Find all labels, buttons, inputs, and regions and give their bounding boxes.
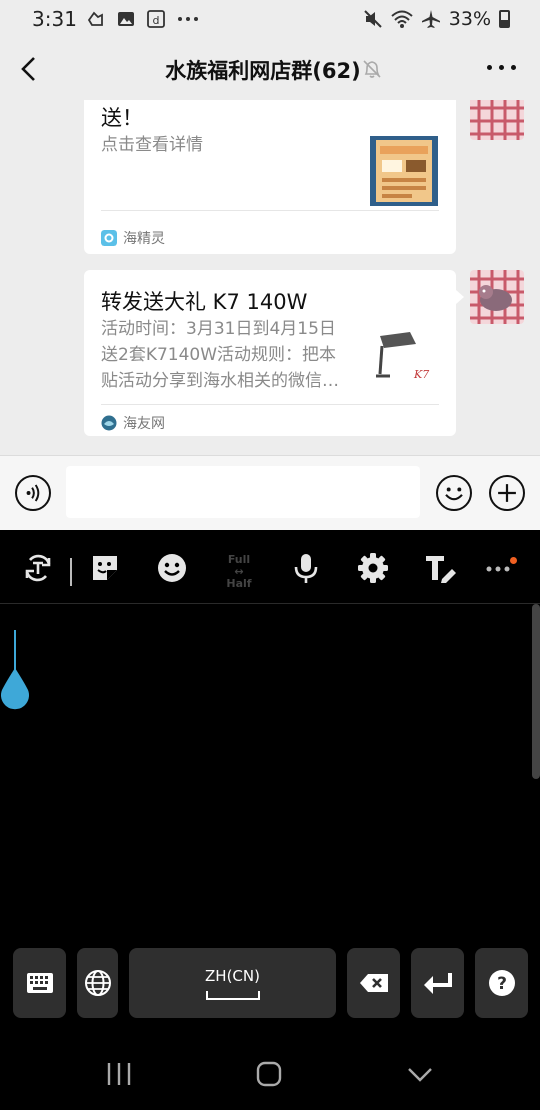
back-icon[interactable] bbox=[405, 1060, 435, 1088]
image-icon bbox=[118, 12, 134, 26]
card-divider bbox=[101, 404, 439, 405]
card-description-line: 送2套K7140W活动规则：把本 bbox=[101, 345, 337, 365]
status-left-icons: d bbox=[86, 9, 200, 29]
card-source: 海精灵 bbox=[101, 228, 165, 248]
message-input-bar bbox=[0, 455, 540, 530]
card-description: 活动时间：3月31日到4月15日 送2套K7140W活动规则：把本 贴活动分享到… bbox=[101, 316, 355, 394]
notification-badge bbox=[510, 557, 517, 564]
site-logo bbox=[101, 415, 117, 431]
enter-icon[interactable] bbox=[411, 948, 464, 1018]
card-thumbnail bbox=[370, 136, 438, 206]
card-description: 点击查看详情 bbox=[101, 135, 203, 155]
status-bar: 3:31 d 33% bbox=[0, 0, 540, 38]
settings-icon[interactable] bbox=[357, 552, 389, 584]
voice-icon[interactable] bbox=[15, 475, 51, 511]
svg-text:?: ? bbox=[497, 974, 507, 994]
plus-icon[interactable] bbox=[489, 475, 525, 511]
recents-icon[interactable] bbox=[104, 1060, 134, 1088]
chat-message-list[interactable]: 送！ 点击查看详情 海精灵 转发送大礼 K7 140W 活动时间：3月31日到4… bbox=[0, 100, 540, 455]
backspace-icon[interactable] bbox=[347, 948, 400, 1018]
keyboard-bottom-row: ZH(CN) ? bbox=[0, 944, 540, 1034]
globe-icon[interactable] bbox=[77, 948, 118, 1018]
keyboard-input-area[interactable] bbox=[0, 604, 540, 944]
emoji-icon[interactable] bbox=[436, 475, 472, 511]
more-dots-icon bbox=[178, 17, 198, 21]
wifi-icon bbox=[391, 10, 413, 28]
space-bar-icon bbox=[205, 990, 260, 1000]
notification-icon bbox=[87, 11, 103, 26]
app-logo bbox=[101, 230, 117, 246]
more-icon[interactable] bbox=[487, 65, 516, 70]
card-thumbnail: K7 bbox=[370, 326, 438, 396]
full-half-icon[interactable]: Full ↔ Half bbox=[222, 554, 256, 590]
text-edit-icon[interactable] bbox=[424, 552, 456, 584]
card-title: 转发送大礼 K7 140W bbox=[101, 290, 308, 314]
bell-off-icon bbox=[363, 60, 381, 78]
help-icon[interactable]: ? bbox=[475, 948, 528, 1018]
half-label: Half bbox=[226, 577, 252, 590]
keyboard-icon[interactable] bbox=[13, 948, 66, 1018]
wechat-header-area: 3:31 d 33% 水族福利网店群(62) bbox=[0, 0, 540, 100]
language-label: ZH(CN) bbox=[205, 966, 260, 985]
airplane-icon bbox=[421, 10, 440, 28]
card-description-line: 活动时间：3月31日到4月15日 bbox=[101, 319, 336, 339]
battery-percent: 33% bbox=[448, 8, 491, 30]
emoji-icon[interactable] bbox=[156, 552, 188, 584]
status-time: 3:31 bbox=[32, 7, 77, 31]
switch-keyboard-icon[interactable] bbox=[22, 552, 54, 584]
link-card-message[interactable]: 送！ 点击查看详情 海精灵 bbox=[84, 100, 456, 254]
card-source-name: 海精灵 bbox=[123, 231, 165, 247]
more-icon[interactable] bbox=[483, 552, 515, 584]
home-icon[interactable] bbox=[254, 1060, 284, 1088]
navigation-bar bbox=[0, 1038, 540, 1110]
battery-icon bbox=[499, 10, 510, 28]
card-source: 海友网 bbox=[101, 413, 165, 433]
chat-title: 水族福利网店群(62) bbox=[165, 59, 361, 83]
space-key[interactable]: ZH(CN) bbox=[129, 948, 336, 1018]
card-source-name: 海友网 bbox=[123, 416, 165, 432]
svg-text:K7: K7 bbox=[413, 368, 429, 381]
sticker-icon[interactable] bbox=[89, 552, 121, 584]
card-title: 送！ bbox=[101, 106, 143, 130]
chat-header: 水族福利网店群(62) bbox=[0, 38, 540, 100]
cursor-handle-icon[interactable] bbox=[0, 630, 32, 710]
message-text-field[interactable] bbox=[66, 466, 420, 518]
dict-icon: d bbox=[147, 10, 165, 28]
avatar[interactable] bbox=[470, 100, 524, 140]
toolbar-divider bbox=[70, 558, 72, 586]
mic-icon[interactable] bbox=[290, 552, 322, 584]
mute-icon bbox=[364, 10, 382, 28]
status-right-icons: 33% bbox=[363, 8, 510, 30]
card-description-line: 贴活动分享到海水相关的微信… bbox=[101, 371, 339, 391]
svg-text:d: d bbox=[153, 14, 160, 27]
link-card-message[interactable]: 转发送大礼 K7 140W 活动时间：3月31日到4月15日 送2套K7140W… bbox=[84, 270, 464, 436]
avatar[interactable] bbox=[470, 270, 524, 324]
card-divider bbox=[101, 210, 439, 211]
keyboard-toolbar: Full ↔ Half bbox=[0, 530, 540, 604]
scrollbar[interactable] bbox=[532, 604, 540, 779]
